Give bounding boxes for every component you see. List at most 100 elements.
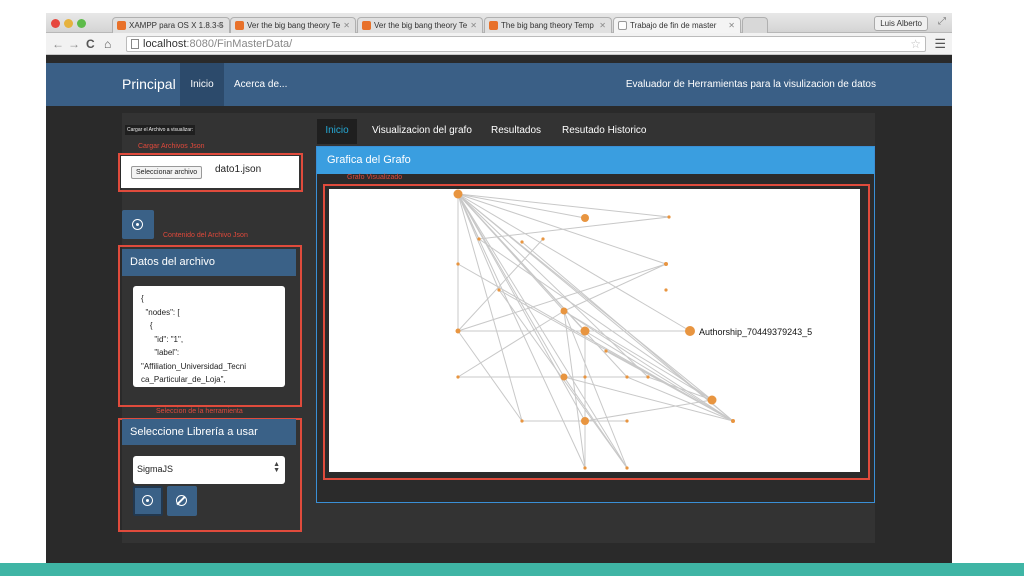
tab-label: Ver the big bang theory Te: [247, 21, 341, 30]
graph-node[interactable]: [560, 373, 568, 381]
tab-inicio[interactable]: Inicio: [317, 119, 357, 144]
graph-node[interactable]: [477, 237, 481, 241]
navbar-title: Evaluador de Herramientas para la visuli…: [625, 79, 876, 90]
tab-label: Ver the big bang theory Te: [374, 21, 468, 30]
graph-edge: [605, 350, 734, 422]
graph-node[interactable]: [583, 375, 587, 379]
graph-node[interactable]: [455, 328, 461, 334]
graph-node[interactable]: [707, 395, 717, 405]
url-input[interactable]: localhost:8080/FinMasterData/ ☆: [126, 36, 926, 52]
url-host: localhost: [143, 38, 187, 50]
app-navbar: Principal Inicio Acerca de... Evaluador …: [46, 63, 952, 106]
graph-edge: [457, 193, 586, 422]
navbar-brand[interactable]: Principal: [122, 76, 176, 92]
orange-favicon-icon: [235, 21, 244, 30]
library-select[interactable]: SigmaJS ▲ ▼: [133, 456, 285, 484]
orange-favicon-icon: [489, 21, 498, 30]
upload-file-button[interactable]: [122, 210, 154, 239]
graph-edge: [478, 216, 670, 240]
json-content-textarea[interactable]: { "nodes": [ { "id": "1", "label": "Affi…: [133, 286, 285, 387]
browser-tab-xampp[interactable]: XAMPP para OS X 1.8.3-5 ✕: [112, 17, 230, 33]
close-tab-icon[interactable]: ✕: [599, 21, 606, 30]
close-tab-icon[interactable]: ✕: [470, 21, 477, 30]
fullscreen-icon[interactable]: ⤢: [938, 16, 946, 27]
new-tab-button[interactable]: [742, 17, 768, 33]
graph-edge: [626, 376, 734, 422]
graph-edge: [584, 330, 734, 422]
upload-title: Cargar el Archivo a visualizar:: [125, 125, 196, 135]
zoom-window-icon[interactable]: [77, 19, 86, 28]
graph-node[interactable]: [520, 240, 524, 244]
graph-node[interactable]: [604, 349, 608, 353]
circle-upload-icon: [142, 495, 153, 506]
library-panel-title: Seleccione Librería a usar: [122, 419, 296, 445]
graph-node[interactable]: [456, 262, 460, 266]
library-selected-value: SigmaJS: [137, 464, 174, 474]
file-name: dato1.json: [215, 164, 262, 175]
graph-node[interactable]: [580, 326, 590, 336]
bookmark-star-icon[interactable]: ☆: [910, 37, 921, 51]
nav-item-inicio[interactable]: Inicio: [180, 63, 224, 106]
graph-label: Grafo Visualizado: [347, 174, 403, 181]
choose-file-button[interactable]: Seleccionar archivo: [131, 166, 203, 179]
reload-icon[interactable]: C: [86, 37, 95, 51]
close-tab-icon[interactable]: ✕: [728, 21, 735, 30]
tab-resultados[interactable]: Resultados: [491, 125, 541, 136]
forward-arrow-icon[interactable]: →: [68, 37, 80, 51]
tab-label: The big bang theory Temp: [501, 21, 594, 30]
browser-tab-trabajo[interactable]: Trabajo de fin de master ✕: [613, 17, 741, 33]
tab-visualizacion[interactable]: Visualizacion del grafo: [372, 125, 472, 136]
graph-node[interactable]: [731, 419, 735, 423]
graph-edge: [563, 310, 713, 401]
graph-node[interactable]: [667, 215, 671, 219]
minimize-window-icon[interactable]: [64, 19, 73, 28]
graph-node[interactable]: [685, 326, 695, 336]
browser-menu-icon[interactable]: ☰: [934, 36, 946, 52]
graph-node[interactable]: [646, 375, 650, 379]
graph-node[interactable]: [664, 288, 668, 292]
graph-edge: [457, 310, 565, 378]
circle-upload-icon: [132, 219, 143, 230]
file-input: Seleccionar archivo dato1.json: [121, 156, 299, 188]
tab-historico[interactable]: Resutado Historico: [562, 125, 646, 136]
close-tab-icon[interactable]: ✕: [343, 21, 350, 30]
graph-panel-title: Grafica del Grafo: [317, 147, 874, 174]
user-profile-button[interactable]: Luis Alberto: [874, 16, 928, 31]
nav-item-acerca[interactable]: Acerca de...: [234, 79, 287, 90]
graph-node[interactable]: [456, 375, 460, 379]
graph-canvas[interactable]: Authorship_70449379243_5: [329, 189, 860, 472]
graph-node[interactable]: [625, 419, 629, 423]
back-arrow-icon[interactable]: ←: [52, 37, 64, 51]
graph-edge: [563, 263, 667, 312]
browser-tab-bigbang-2[interactable]: Ver the big bang theory Te ✕: [357, 17, 483, 33]
graph-node[interactable]: [541, 237, 545, 241]
graph-node[interactable]: [664, 262, 668, 266]
browser-tab-bigbang-1[interactable]: Ver the big bang theory Te ✕: [230, 17, 356, 33]
run-library-button[interactable]: [133, 486, 163, 516]
graph-node[interactable]: [520, 419, 524, 423]
graph-node[interactable]: [497, 288, 501, 292]
graph-node[interactable]: [453, 189, 463, 199]
graph-svg: Authorship_70449379243_5: [453, 189, 812, 470]
cancel-button[interactable]: [167, 486, 197, 516]
upload-label: Cargar Archivos Json: [138, 143, 205, 150]
graph-edge: [478, 238, 713, 401]
close-window-icon[interactable]: [51, 19, 60, 28]
browser-window: XAMPP para OS X 1.8.3-5 ✕ Ver the big ba…: [46, 13, 952, 563]
graph-node[interactable]: [560, 307, 568, 315]
orange-favicon-icon: [362, 21, 371, 30]
home-icon[interactable]: ⌂: [104, 37, 111, 51]
graph-node-label: Authorship_70449379243_5: [699, 327, 812, 337]
xampp-favicon-icon: [117, 21, 126, 30]
content-label: Contenido del Archivo Json: [163, 232, 248, 239]
graph-node[interactable]: [625, 466, 629, 470]
tab-label: XAMPP para OS X 1.8.3-5: [129, 21, 224, 30]
graph-node[interactable]: [581, 214, 589, 222]
tab-label: Trabajo de fin de master: [630, 21, 717, 30]
graph-node[interactable]: [625, 375, 629, 379]
graph-node[interactable]: [583, 466, 587, 470]
address-bar: ← → C ⌂ localhost:8080/FinMasterData/ ☆ …: [46, 33, 952, 55]
graph-node[interactable]: [581, 417, 589, 425]
browser-tab-bigbang-3[interactable]: The big bang theory Temp ✕: [484, 17, 612, 33]
close-tab-icon[interactable]: ✕: [217, 21, 224, 30]
